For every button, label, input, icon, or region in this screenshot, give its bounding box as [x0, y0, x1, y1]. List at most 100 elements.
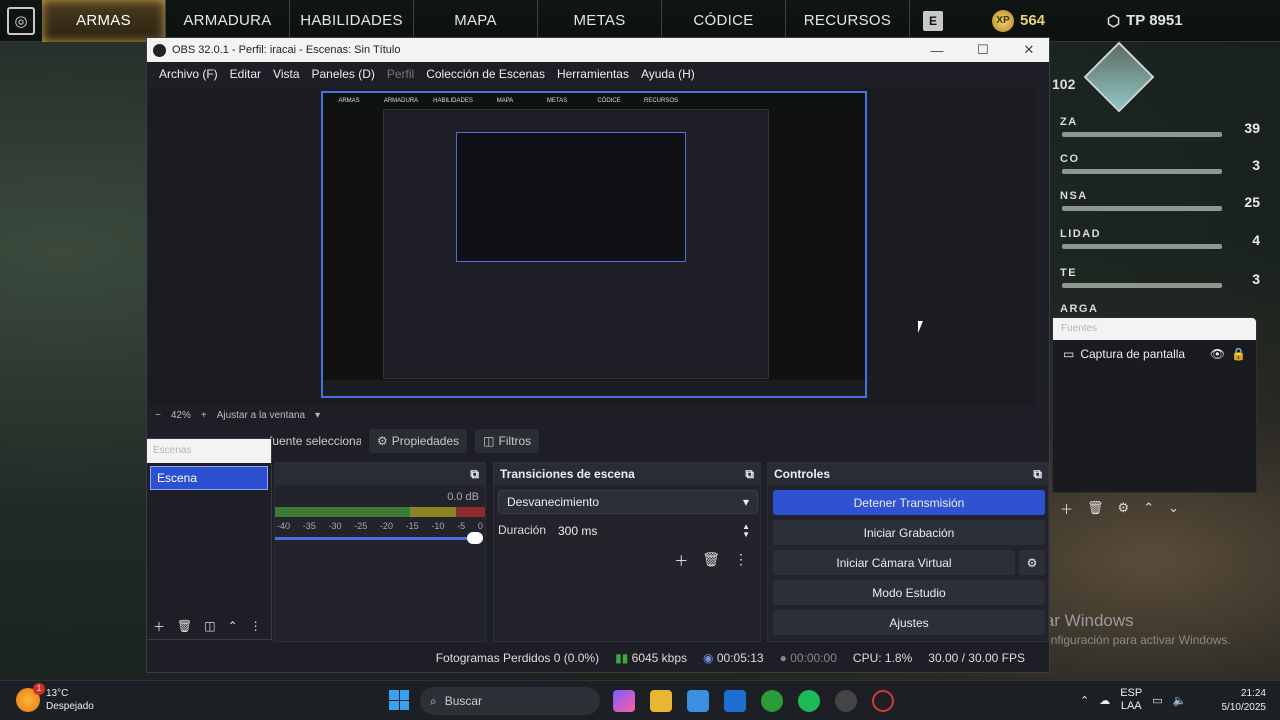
start-recording-button[interactable]: Iniciar Grabación: [773, 520, 1045, 545]
monitor-icon: ▭: [1063, 347, 1075, 361]
chevron-up-icon[interactable]: ⌃: [1080, 694, 1089, 707]
trash-icon[interactable]: 🗑: [702, 551, 720, 571]
volume-slider[interactable]: [275, 537, 481, 540]
tab-armadura[interactable]: ARMADURA: [166, 0, 290, 42]
window-title: OBS 32.0.1 - Perfil: iracai - Escenas: S…: [172, 44, 401, 56]
nested-tab: HABILIDADES: [433, 98, 473, 104]
menu-perfil[interactable]: Perfil: [381, 67, 420, 81]
volume-icon[interactable]: 🔈: [1173, 694, 1187, 707]
tab-mapa[interactable]: MAPA: [414, 0, 538, 42]
store-icon[interactable]: [687, 690, 709, 712]
game-taskbar-icon[interactable]: [872, 690, 894, 712]
duration-input[interactable]: 300 ms ▲ ▼: [550, 519, 758, 543]
outlook-icon[interactable]: [724, 690, 746, 712]
filters-button[interactable]: ◫ Filtros: [475, 429, 540, 453]
tab-metas[interactable]: METAS: [538, 0, 662, 42]
audio-meter: [275, 507, 485, 517]
source-item[interactable]: ▭ Captura de pantalla 👁 🔒: [1053, 340, 1256, 368]
windows-start-icon[interactable]: [389, 690, 409, 710]
transitions-header: Transiciones de escena ⧉: [494, 463, 760, 485]
preview-canvas[interactable]: ARMAS ARMADURA HABILIDADES MAPA METAS CÓ…: [321, 91, 867, 398]
language-indicator[interactable]: ESP LAA: [1120, 687, 1142, 713]
zoom-out-icon[interactable]: −: [155, 410, 161, 421]
maximize-icon[interactable]: ☐: [963, 42, 1003, 58]
xbox-icon[interactable]: [761, 690, 783, 712]
fit-to-window[interactable]: Ajustar a la ventana: [217, 410, 305, 421]
studio-mode-button[interactable]: Modo Estudio: [773, 580, 1045, 605]
spotify-icon[interactable]: [798, 690, 820, 712]
volume-slider-handle[interactable]: [467, 532, 483, 544]
notification-badge: 1: [33, 683, 45, 695]
chevron-down-icon[interactable]: ⌄: [1168, 500, 1179, 516]
tab-codice[interactable]: CÓDICE: [662, 0, 786, 42]
nested-game-bar: ARMAS ARMADURA HABILIDADES MAPA METAS CÓ…: [323, 93, 865, 109]
transitions-dock: Transiciones de escena ⧉ Desvanecimiento ▾…: [493, 462, 761, 642]
menu-paneles[interactable]: Paneles (D): [306, 67, 381, 81]
filter-icon: ◫: [483, 434, 495, 448]
add-icon[interactable]: ＋: [153, 618, 165, 635]
search-label: Buscar: [444, 694, 483, 708]
tick-label: -5: [457, 521, 466, 531]
nested-tab: ARMADURA: [383, 98, 419, 104]
close-icon[interactable]: ✕: [1009, 42, 1049, 58]
add-icon[interactable]: ＋: [1060, 499, 1073, 518]
eye-icon[interactable]: 👁: [1210, 347, 1225, 361]
gear-icon[interactable]: ⚙: [1118, 500, 1130, 516]
menu-herramientas[interactable]: Herramientas: [551, 67, 635, 81]
trash-icon[interactable]: 🗑: [1087, 500, 1104, 516]
dock-popout-icon[interactable]: ⧉: [1033, 467, 1042, 482]
taskbar-search[interactable]: ⌕ Buscar: [420, 687, 600, 715]
transition-select[interactable]: Desvanecimiento ▾: [498, 490, 758, 514]
more-icon[interactable]: ⋮: [734, 551, 748, 571]
tick-label: -15: [405, 521, 419, 531]
scenes-header: Escenas: [147, 439, 271, 463]
network-cloud-icon[interactable]: ☁: [1099, 694, 1110, 707]
filter-icon[interactable]: ◫: [204, 619, 215, 633]
zoom-in-icon[interactable]: +: [201, 410, 207, 421]
lang-layout: LAA: [1120, 700, 1142, 712]
display-icon[interactable]: ▭: [1152, 694, 1162, 707]
add-icon[interactable]: ＋: [674, 551, 688, 571]
copilot-icon[interactable]: [613, 690, 635, 712]
lock-icon[interactable]: 🔒: [1231, 347, 1246, 361]
stat-label: ZA: [1060, 116, 1078, 128]
stop-stream-button[interactable]: Detener Transmisión: [773, 490, 1045, 515]
menu-coleccion[interactable]: Colección de Escenas: [420, 67, 551, 81]
menu-ayuda[interactable]: Ayuda (H): [635, 67, 701, 81]
game-menu-icon[interactable]: ◎: [0, 0, 42, 42]
date: 5/10/2025: [1221, 702, 1267, 713]
menu-archivo[interactable]: Archivo (F): [153, 67, 224, 81]
tab-habilidades[interactable]: HABILIDADES: [290, 0, 414, 42]
chevron-down-icon[interactable]: ▾: [315, 410, 320, 421]
weather-widget[interactable]: 1 13°C Despejado: [16, 683, 94, 713]
file-explorer-icon[interactable]: [650, 690, 672, 712]
trash-icon[interactable]: 🗑: [177, 619, 192, 633]
virtual-camera-settings-button[interactable]: ⚙: [1019, 550, 1045, 575]
stat-row: ZA 39: [1050, 116, 1280, 140]
stat-row: NSA 25: [1050, 190, 1280, 214]
obs-taskbar-icon[interactable]: [835, 690, 857, 712]
chevron-up-icon[interactable]: ⌃: [228, 619, 238, 633]
xp-counter: XP 564: [992, 9, 1045, 32]
stream-icon: ◉: [703, 651, 714, 665]
preview-area[interactable]: ARMAS ARMADURA HABILIDADES MAPA METAS CÓ…: [149, 88, 1035, 406]
taskbar: 1 13°C Despejado ⌕ Buscar ⌃ ☁ ESP LAA ▭ 🔈 2…: [0, 680, 1280, 720]
weather-icon: 1: [16, 683, 45, 712]
clock[interactable]: 21:24 5/10/2025: [1220, 687, 1267, 715]
more-icon[interactable]: ⋮: [250, 619, 262, 633]
spinner-icon[interactable]: ▲ ▼: [742, 523, 750, 539]
dock-popout-icon[interactable]: ⧉: [745, 467, 754, 482]
properties-button[interactable]: ⚙ Propiedades: [369, 429, 468, 453]
tab-armas[interactable]: ARMAS: [42, 0, 166, 42]
menu-editar[interactable]: Editar: [224, 67, 267, 81]
tick-label: -20: [379, 521, 393, 531]
tab-recursos[interactable]: RECURSOS: [786, 0, 910, 42]
dock-popout-icon[interactable]: ⧉: [470, 467, 479, 482]
settings-button[interactable]: Ajustes: [773, 610, 1045, 635]
chevron-up-icon[interactable]: ⌃: [1143, 500, 1154, 516]
minimize-icon[interactable]: —: [917, 43, 957, 58]
zoom-level: 42%: [170, 409, 191, 421]
menu-vista[interactable]: Vista: [267, 67, 305, 81]
scene-item[interactable]: Escena: [150, 466, 268, 490]
virtual-camera-button[interactable]: Iniciar Cámara Virtual: [773, 550, 1015, 575]
